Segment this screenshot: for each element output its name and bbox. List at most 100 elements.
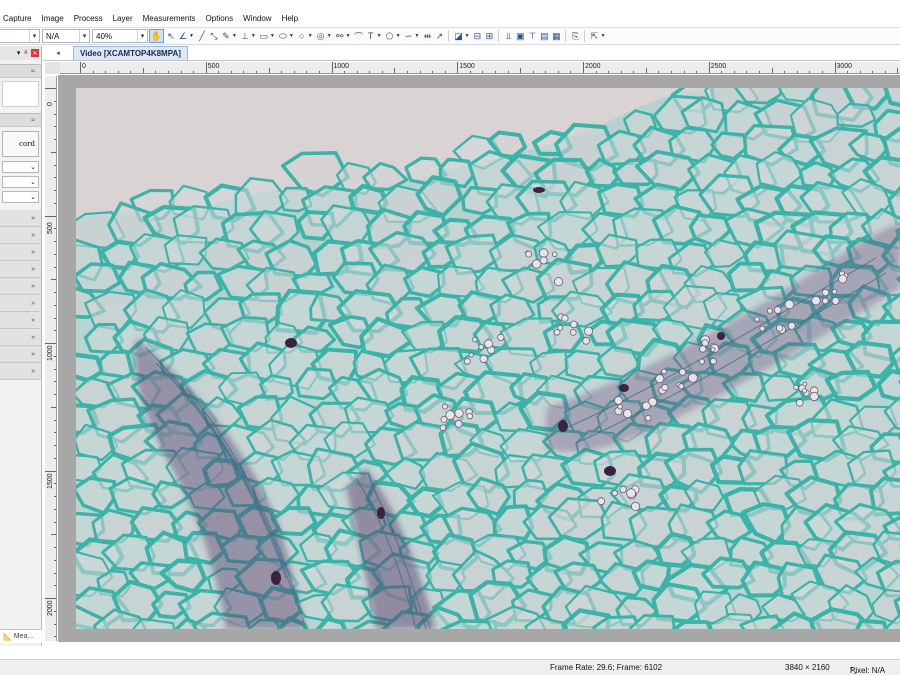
polygon-tool[interactable]: ⬠	[385, 29, 395, 43]
granule	[439, 424, 447, 432]
ruler-minor-tick	[54, 164, 56, 166]
status-bar: Frame Rate: 29.6; Frame: 6102 3840 × 216…	[0, 659, 900, 675]
ruler-minor-tick	[51, 470, 56, 472]
ruler-minor-tick	[771, 68, 773, 73]
link-tool[interactable]: ⚯	[335, 29, 345, 43]
concentric-circle-tool[interactable]: ◎	[316, 29, 326, 43]
calibration-tool[interactable]: ◪	[453, 29, 463, 43]
ruler-minor-tick	[54, 636, 56, 638]
folded-section-1[interactable]: »	[0, 210, 41, 227]
expand-icon: »	[31, 248, 35, 256]
granule	[525, 250, 533, 258]
chevron-down-icon: ▾	[137, 30, 147, 42]
pen-tool[interactable]: ✎	[221, 29, 231, 43]
polyline-tool[interactable]: ⤡	[209, 29, 219, 43]
pin-icon[interactable]: ᵃ	[24, 50, 27, 57]
chevron-down-icon: ⌄	[30, 194, 36, 201]
folded-section-3[interactable]: »	[0, 244, 41, 261]
ruler-minor-tick	[683, 71, 685, 73]
panel-combo[interactable]: ▾	[0, 29, 40, 43]
ruler-minor-tick	[54, 432, 56, 434]
ruler-minor-tick	[306, 71, 308, 73]
microscope-live-image[interactable]	[76, 88, 900, 629]
folded-section-4[interactable]: »	[0, 261, 41, 278]
export-icon[interactable]: ⇱	[589, 29, 599, 43]
ruler-minor-tick	[51, 598, 56, 599]
perpendicular-tool[interactable]: ⊥	[240, 29, 250, 43]
menu-layer[interactable]: Layer	[108, 14, 138, 23]
rectangle-tool[interactable]: ▭	[259, 29, 269, 43]
arc-tool[interactable]: ⌒	[354, 29, 364, 43]
section-toggle-top[interactable]: ≈	[0, 64, 41, 78]
folded-section-8[interactable]: »	[0, 329, 41, 346]
granule	[773, 306, 782, 314]
mode-select[interactable]: N/A ▾	[42, 29, 90, 43]
folded-section-5[interactable]: »	[0, 278, 41, 295]
ruler-minor-tick	[54, 508, 56, 510]
granule	[821, 297, 829, 305]
record-button[interactable]: cord	[2, 131, 39, 157]
record-format-select[interactable]: ⌄	[2, 161, 39, 173]
granule	[776, 324, 784, 332]
tab-video[interactable]: Video [XCAMTOP4K8MPA]	[73, 46, 188, 60]
folded-section-10[interactable]: »	[0, 363, 41, 380]
select-arrow-tool[interactable]: ↖	[166, 29, 176, 43]
tab-scroll-left-icon[interactable]: ◂	[43, 46, 73, 60]
ruler-minor-tick	[51, 534, 56, 536]
menu-image[interactable]: Image	[36, 14, 68, 23]
align-bottom-icon[interactable]: ⫫	[503, 29, 513, 43]
menu-help[interactable]: Help	[277, 14, 303, 23]
ruler-minor-tick	[331, 68, 333, 73]
measurements-panel-tab[interactable]: 📐 Mea...	[0, 629, 42, 643]
ellipse-tool[interactable]: ⬭	[278, 29, 288, 43]
dropdown-arrow-icon[interactable]: ▾	[17, 49, 21, 57]
menu-process[interactable]: Process	[69, 14, 108, 23]
curve-tool[interactable]: ∽	[404, 29, 414, 43]
zoom-select[interactable]: 40% ▾	[92, 29, 148, 43]
layout-icon[interactable]: ▣	[515, 29, 525, 43]
granule	[553, 329, 561, 336]
menu-measurements[interactable]: Measurements	[138, 14, 201, 23]
line-tool[interactable]: ╱	[197, 29, 207, 43]
record-button-label: cord	[19, 140, 35, 148]
ruler-minor-tick	[54, 355, 56, 357]
ruler-minor-tick	[557, 71, 559, 73]
copy-icon[interactable]: ⎘	[570, 29, 580, 43]
record-quality-select[interactable]: ⌄	[2, 176, 39, 188]
ruler-minor-tick	[344, 71, 346, 73]
folded-section-6[interactable]: »	[0, 295, 41, 312]
ruler-minor-tick	[54, 521, 56, 523]
ruler-minor-tick	[884, 71, 886, 73]
ruler-minor-tick	[105, 71, 107, 73]
delete-layer-icon[interactable]: ▦	[551, 29, 561, 43]
granule	[754, 316, 760, 322]
distribute-icon[interactable]: ▤	[539, 29, 549, 43]
ruler-minor-tick	[54, 304, 56, 306]
circle-tool[interactable]: ○	[297, 29, 307, 43]
menu-options[interactable]: Options	[201, 14, 239, 23]
ruler-minor-tick	[230, 71, 232, 73]
folded-section-7[interactable]: »	[0, 312, 41, 329]
hand-pan-tool[interactable]: ✋	[149, 29, 164, 43]
close-icon[interactable]: ✕	[31, 49, 39, 57]
toolbar-divider	[498, 30, 500, 42]
section-toggle-record[interactable]: ≈	[0, 113, 41, 127]
menu-window[interactable]: Window	[238, 14, 276, 23]
granule	[766, 307, 773, 314]
menu-capture[interactable]: Capture	[0, 14, 36, 23]
ruler-minor-tick	[293, 71, 295, 73]
ruler-minor-tick	[54, 457, 56, 459]
arrow-tool[interactable]: ↗	[434, 29, 444, 43]
text-tool[interactable]: T	[366, 29, 376, 43]
align-tool[interactable]: ⊟	[472, 29, 482, 43]
angle-tool[interactable]: ∠	[178, 29, 188, 43]
record-fps-select[interactable]: ⌄	[2, 191, 39, 203]
granule	[698, 358, 705, 365]
scale-bar-tool[interactable]: ⇹	[422, 29, 432, 43]
folded-section-9[interactable]: »	[0, 346, 41, 363]
grid-tool[interactable]: ⊞	[484, 29, 494, 43]
folded-section-2[interactable]: »	[0, 227, 41, 244]
ruler-minor-tick	[54, 330, 56, 332]
align-center-icon[interactable]: ⊤	[527, 29, 537, 43]
ruler-minor-tick	[54, 113, 56, 115]
